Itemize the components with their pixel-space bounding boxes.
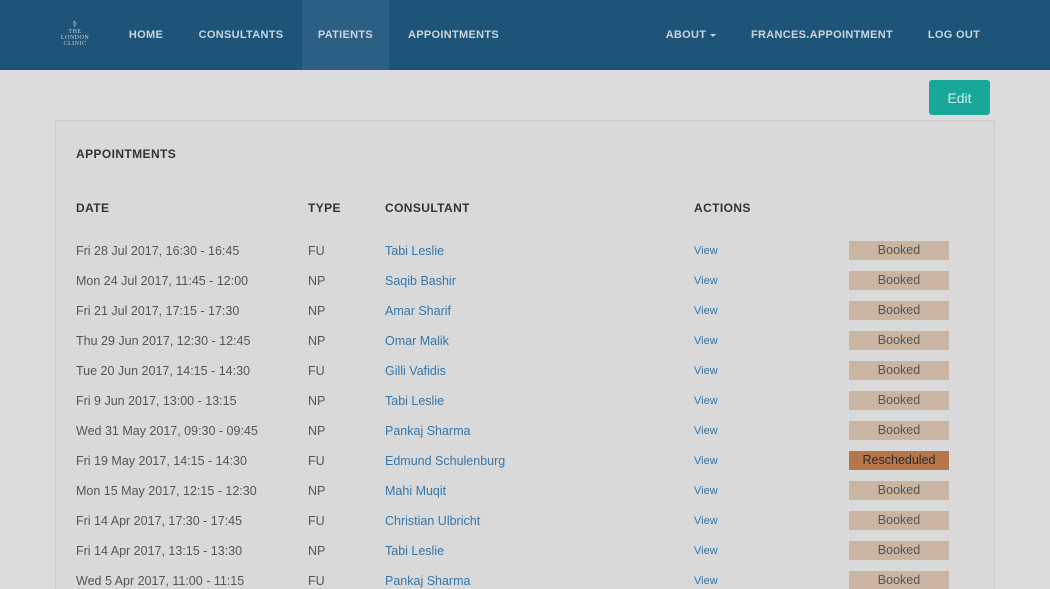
table-row: Fri 14 Apr 2017, 13:15 - 13:30 NP Tabi Les… bbox=[56, 536, 994, 566]
view-link[interactable]: View bbox=[694, 536, 718, 566]
status-badge: Booked bbox=[849, 511, 949, 530]
consultant-link[interactable]: Tabi Leslie bbox=[385, 386, 444, 416]
table-row: Fri 14 Apr 2017, 17:30 - 17:45 FU Christia… bbox=[56, 506, 994, 536]
view-link[interactable]: View bbox=[694, 446, 718, 476]
appointment-date: Mon 15 May 2017, 12:15 - 12:30 bbox=[76, 484, 257, 498]
status-badge: Booked bbox=[849, 391, 949, 410]
nav-about-dropdown[interactable]: ABOUT bbox=[656, 0, 726, 70]
status-badge: Rescheduled bbox=[849, 451, 949, 470]
status-badge: Booked bbox=[849, 541, 949, 560]
appointment-type: NP bbox=[308, 544, 326, 558]
status-badge: Booked bbox=[849, 301, 949, 320]
view-link[interactable]: View bbox=[694, 266, 718, 296]
appointment-type: FU bbox=[308, 244, 325, 258]
column-header-type: TYPE bbox=[308, 201, 341, 215]
view-link[interactable]: View bbox=[694, 296, 718, 326]
consultant-link[interactable]: Omar Malik bbox=[385, 326, 449, 356]
consultant-link[interactable]: Christian Ulbricht bbox=[385, 506, 480, 536]
table-row: Wed 31 May 2017, 09:30 - 09:45 NP Pankaj S… bbox=[56, 416, 994, 446]
logo-mark-icon: ⚕ bbox=[72, 19, 78, 29]
column-header-actions: ACTIONS bbox=[694, 201, 751, 215]
nav-about-label: ABOUT bbox=[665, 29, 707, 41]
appointment-date: Tue 20 Jun 2017, 14:15 - 14:30 bbox=[76, 364, 250, 378]
caret-down-icon bbox=[710, 33, 717, 37]
consultant-link[interactable]: Saqib Bashir bbox=[385, 266, 456, 296]
table-row: Wed 5 Apr 2017, 11:00 - 11:15 FU Pankaj Sh… bbox=[56, 566, 994, 589]
appointment-type: FU bbox=[308, 574, 325, 588]
consultant-link[interactable]: Pankaj Sharma bbox=[385, 416, 470, 446]
nav-patients[interactable]: PATIENTS bbox=[302, 0, 389, 70]
status-badge: Booked bbox=[849, 331, 949, 350]
clinic-logo[interactable]: ⚕ THE LONDON CLINIC bbox=[58, 20, 92, 48]
view-link[interactable]: View bbox=[694, 326, 718, 356]
appointment-type: FU bbox=[308, 454, 325, 468]
appointment-type: NP bbox=[308, 484, 326, 498]
view-link[interactable]: View bbox=[694, 236, 718, 266]
view-link[interactable]: View bbox=[694, 506, 718, 536]
status-badge: Booked bbox=[849, 271, 949, 290]
consultant-link[interactable]: Tabi Leslie bbox=[385, 236, 444, 266]
appointments-panel: APPOINTMENTS DATE TYPE CONSULTANT ACTION… bbox=[55, 120, 995, 589]
appointment-date: Wed 5 Apr 2017, 11:00 - 11:15 bbox=[76, 574, 245, 588]
table-row: Mon 24 Jul 2017, 11:45 - 12:00 NP Saqib Ba… bbox=[56, 266, 994, 296]
consultant-link[interactable]: Amar Sharif bbox=[385, 296, 451, 326]
view-link[interactable]: View bbox=[694, 356, 718, 386]
view-link[interactable]: View bbox=[694, 476, 718, 506]
nav-logout[interactable]: LOG OUT bbox=[918, 0, 990, 70]
status-badge: Booked bbox=[849, 421, 949, 440]
consultant-link[interactable]: Pankaj Sharma bbox=[385, 566, 470, 589]
status-badge: Booked bbox=[849, 361, 949, 380]
appointment-type: NP bbox=[308, 424, 326, 438]
appointment-date: Fri 28 Jul 2017, 16:30 - 16:45 bbox=[76, 244, 240, 258]
consultant-link[interactable]: Edmund Schulenburg bbox=[385, 446, 505, 476]
panel-title: APPOINTMENTS bbox=[76, 147, 177, 161]
appointment-type: NP bbox=[308, 334, 326, 348]
status-badge: Booked bbox=[849, 481, 949, 500]
consultant-link[interactable]: Tabi Leslie bbox=[385, 536, 444, 566]
view-link[interactable]: View bbox=[694, 416, 718, 446]
nav-appointments[interactable]: APPOINTMENTS bbox=[397, 0, 510, 70]
logo-text-line: CLINIC bbox=[63, 41, 87, 47]
appointment-date: Mon 24 Jul 2017, 11:45 - 12:00 bbox=[76, 274, 249, 288]
appointment-date: Fri 9 Jun 2017, 13:00 - 13:15 bbox=[76, 394, 237, 408]
table-row: Fri 19 May 2017, 14:15 - 14:30 FU Edmund S… bbox=[56, 446, 994, 476]
appointment-date: Fri 21 Jul 2017, 17:15 - 17:30 bbox=[76, 304, 240, 318]
table-row: Thu 29 Jun 2017, 12:30 - 12:45 NP Omar Mal… bbox=[56, 326, 994, 356]
nav-user-account[interactable]: FRANCES.APPOINTMENT bbox=[740, 0, 904, 70]
table-row: Fri 21 Jul 2017, 17:15 - 17:30 NP Amar Sha… bbox=[56, 296, 994, 326]
nav-home[interactable]: HOME bbox=[118, 0, 174, 70]
appointment-date: Wed 31 May 2017, 09:30 - 09:45 bbox=[76, 424, 258, 438]
table-row: Mon 15 May 2017, 12:15 - 12:30 NP Mahi Muq… bbox=[56, 476, 994, 506]
table-row: Fri 9 Jun 2017, 13:00 - 13:15 NP Tabi Lesl… bbox=[56, 386, 994, 416]
appointment-date: Thu 29 Jun 2017, 12:30 - 12:45 bbox=[76, 334, 251, 348]
appointment-type: FU bbox=[308, 364, 325, 378]
table-row: Tue 20 Jun 2017, 14:15 - 14:30 FU Gilli Va… bbox=[56, 356, 994, 386]
status-badge: Booked bbox=[849, 241, 949, 260]
appointment-date: Fri 19 May 2017, 14:15 - 14:30 bbox=[76, 454, 247, 468]
consultant-link[interactable]: Gilli Vafidis bbox=[385, 356, 446, 386]
consultant-link[interactable]: Mahi Muqit bbox=[385, 476, 446, 506]
view-link[interactable]: View bbox=[694, 386, 718, 416]
status-badge: Booked bbox=[849, 571, 949, 589]
table-row: Fri 28 Jul 2017, 16:30 - 16:45 FU Tabi Les… bbox=[56, 236, 994, 266]
column-header-date: DATE bbox=[76, 201, 110, 215]
appointment-type: NP bbox=[308, 394, 326, 408]
appointment-type: NP bbox=[308, 274, 326, 288]
column-header-consultant: CONSULTANT bbox=[385, 201, 470, 215]
appointment-date: Fri 14 Apr 2017, 17:30 - 17:45 bbox=[76, 514, 243, 528]
appointment-date: Fri 14 Apr 2017, 13:15 - 13:30 bbox=[76, 544, 243, 558]
nav-consultants[interactable]: CONSULTANTS bbox=[187, 0, 295, 70]
appointment-type: NP bbox=[308, 304, 326, 318]
top-navbar: ⚕ THE LONDON CLINIC HOME CONSULTANTS PAT… bbox=[0, 0, 1050, 70]
appointment-type: FU bbox=[308, 514, 325, 528]
edit-button[interactable]: Edit bbox=[929, 80, 990, 115]
view-link[interactable]: View bbox=[694, 566, 718, 589]
